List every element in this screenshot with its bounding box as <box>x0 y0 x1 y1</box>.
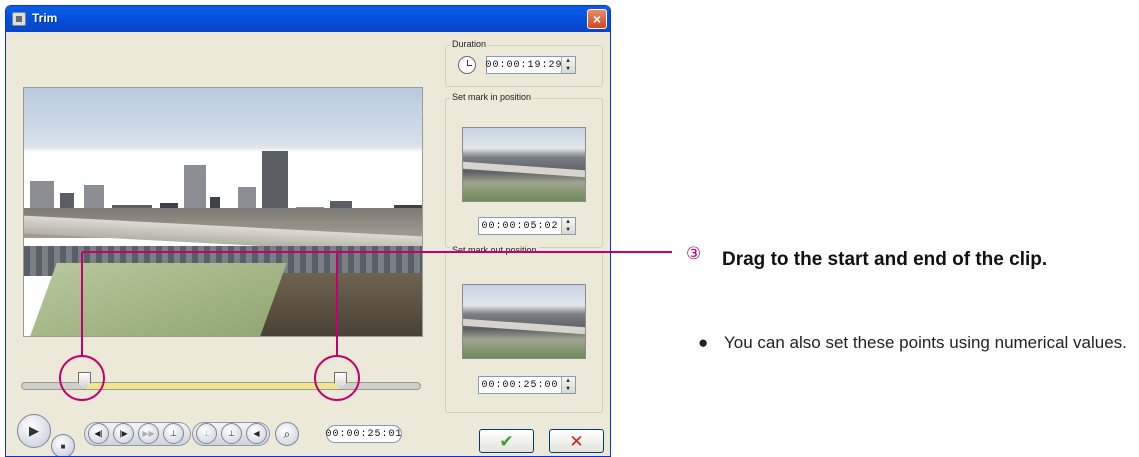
callout-circle-in <box>59 355 105 401</box>
bullet-dot: ● <box>698 333 709 352</box>
callout-overlay <box>59 251 672 401</box>
bullet-text: You can also set these points using nume… <box>724 333 1127 352</box>
callout-circle-out <box>314 355 360 401</box>
step-instruction: Drag to the start and end of the clip. <box>722 249 1048 270</box>
step-number: ③ <box>686 244 702 263</box>
bullet-note: ● You can also set these points using nu… <box>698 330 1138 356</box>
